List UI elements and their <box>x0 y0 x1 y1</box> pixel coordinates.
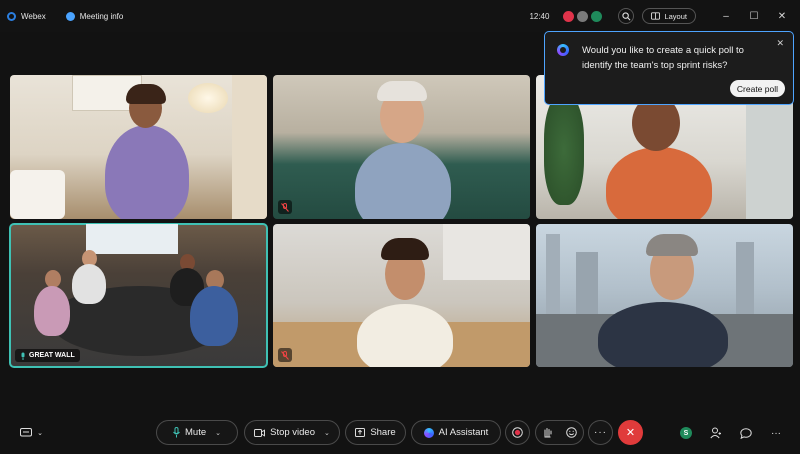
muted-indicator <box>278 200 292 214</box>
mic-icon <box>173 427 180 438</box>
leave-meeting-button[interactable]: ✕ <box>618 420 643 445</box>
participant-body <box>357 304 453 367</box>
captions-icon <box>20 428 32 437</box>
participant-hair <box>377 81 427 101</box>
raise-hand-icon <box>544 428 552 438</box>
share-label: Share <box>370 427 396 438</box>
participant-body <box>606 147 712 219</box>
more-panels-button[interactable]: ··· <box>768 425 784 441</box>
room-person-body <box>34 286 70 336</box>
chat-bubble-icon <box>740 427 752 439</box>
poll-suggestion-popup: Would you like to create a quick poll to… <box>544 31 794 105</box>
recording-indicator-icon[interactable] <box>563 10 575 22</box>
pendant-lamp <box>188 83 228 113</box>
status-indicators <box>563 10 603 22</box>
room-name-label: GREAT WALL <box>29 352 75 359</box>
mic-icon <box>21 352 25 360</box>
more-horizontal-icon: ··· <box>594 427 607 438</box>
armchair <box>10 170 65 219</box>
maximize-button[interactable]: ☐ <box>744 11 764 22</box>
more-horizontal-icon: ··· <box>771 427 781 439</box>
skyline-building <box>546 234 560 314</box>
chat-button[interactable] <box>738 425 754 441</box>
meeting-info-icon <box>65 11 75 21</box>
kitchen-cabinets <box>443 224 530 280</box>
participant-hair <box>646 234 698 256</box>
participant-hair <box>381 238 429 260</box>
record-button[interactable] <box>505 420 530 445</box>
video-tile-6[interactable] <box>536 224 793 367</box>
mic-off-icon <box>281 350 289 360</box>
magnifier-icon <box>622 11 631 20</box>
zoom-button[interactable] <box>618 8 635 24</box>
stop-video-label: Stop video <box>270 427 316 438</box>
layout-button[interactable]: Layout <box>642 8 696 24</box>
app-name: Webex <box>21 11 46 21</box>
reactions-group <box>535 420 584 445</box>
create-poll-button[interactable]: Create poll <box>729 80 785 97</box>
clock: 12:40 <box>529 11 550 21</box>
participant-body <box>598 302 728 367</box>
layout-label: Layout <box>664 11 687 21</box>
video-tile-1[interactable] <box>10 75 267 219</box>
presence-button[interactable]: S <box>678 425 694 441</box>
chevron-down-icon[interactable]: ⌄ <box>215 429 221 437</box>
record-icon <box>512 427 523 438</box>
chevron-down-icon[interactable]: ⌄ <box>324 429 330 437</box>
camera-icon <box>254 428 266 437</box>
skyline-building <box>576 252 598 314</box>
participants-button[interactable] <box>708 425 724 441</box>
window <box>746 95 793 219</box>
video-tile-room[interactable]: GREAT WALL <box>9 223 268 368</box>
room-person-body <box>72 264 106 304</box>
smiley-icon <box>565 427 577 438</box>
meeting-info-label: Meeting info <box>79 11 124 21</box>
minimize-button[interactable]: – <box>716 11 736 22</box>
share-screen-icon <box>355 428 366 437</box>
title-bar: Webex Meeting info 12:40 Layout – ☐ ✕ <box>0 0 800 32</box>
chevron-down-icon: ⌄ <box>37 430 43 437</box>
close-window-button[interactable]: ✕ <box>772 11 792 22</box>
poll-message: Would you like to create a quick poll to… <box>582 45 744 71</box>
mic-off-icon <box>281 202 289 212</box>
network-indicator-icon[interactable] <box>591 10 603 22</box>
secure-indicator-icon[interactable] <box>577 10 589 22</box>
participant-body <box>355 143 451 219</box>
mute-label: Mute <box>185 427 207 438</box>
room-screen <box>86 224 178 254</box>
meeting-info-button[interactable]: Meeting info <box>65 11 124 21</box>
mute-button[interactable]: Mute ⌄ <box>156 420 238 445</box>
close-icon: ✕ <box>625 427 636 439</box>
participant-hair <box>126 84 166 104</box>
webex-logo-icon <box>7 11 16 21</box>
room-person-body <box>190 286 238 346</box>
raise-hand-button[interactable] <box>536 427 560 438</box>
muted-indicator <box>278 348 292 362</box>
more-options-button[interactable]: ··· <box>588 420 613 445</box>
titlebar-right: 12:40 Layout – ☐ ✕ <box>529 0 792 32</box>
curtain <box>232 75 267 219</box>
stop-video-button[interactable]: Stop video ⌄ <box>244 420 340 445</box>
presence-status-icon: S <box>680 427 692 439</box>
ai-assistant-icon <box>557 44 569 56</box>
participant-body <box>105 125 189 219</box>
captions-options-chevron[interactable]: ⌄ <box>32 425 48 441</box>
ai-assistant-icon <box>423 427 434 438</box>
video-tile-2[interactable] <box>273 75 530 219</box>
skyline-building <box>736 242 754 314</box>
participants-icon <box>710 427 721 439</box>
app-brand: Webex <box>7 11 46 21</box>
ai-assistant-label: AI Assistant <box>438 427 489 438</box>
share-button[interactable]: Share <box>345 420 406 445</box>
video-tile-5[interactable] <box>273 224 530 367</box>
room-name-badge: GREAT WALL <box>15 349 80 362</box>
plant <box>544 95 584 205</box>
close-popup-button[interactable]: ✕ <box>776 38 784 49</box>
reactions-button[interactable] <box>560 427 584 438</box>
layout-icon <box>651 12 661 20</box>
ai-assistant-button[interactable]: AI Assistant <box>411 420 501 445</box>
